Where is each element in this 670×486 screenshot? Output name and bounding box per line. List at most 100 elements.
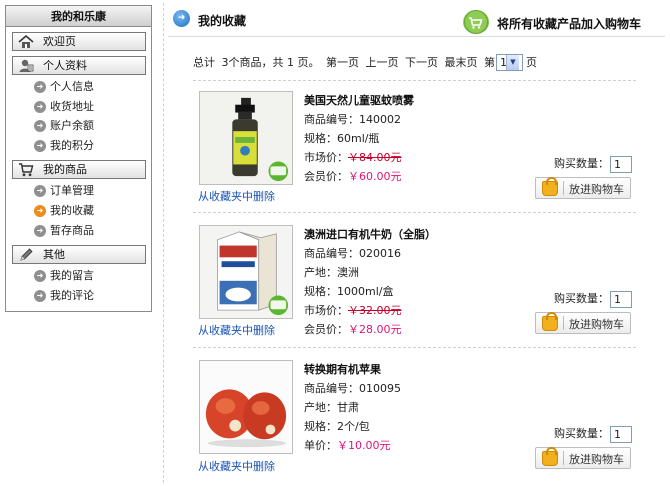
unit-price: ￥10.00元	[337, 439, 391, 452]
chevron-down-icon: ▼	[506, 54, 519, 70]
sidebar: 我的和乐康 欢迎页 个人资料 ➜ 个人信息 ➜ 收货地址 ➜ 账户余额 ➜ 我的…	[5, 5, 152, 312]
sidebar-item-my-reviews[interactable]: ➜ 我的评论	[6, 286, 151, 306]
market-price: ￥32.00元	[348, 304, 402, 317]
pager-first-link[interactable]: 第一页	[326, 56, 359, 69]
field-value: 2个/包	[337, 420, 370, 433]
field-value: 澳洲	[337, 266, 359, 279]
home-icon	[18, 34, 34, 48]
sidebar-section-label: 欢迎页	[43, 35, 76, 48]
apples-image	[200, 361, 292, 453]
product-image[interactable]	[199, 225, 293, 319]
sidebar-item-label: 我的收藏	[50, 203, 94, 217]
field-value: 020016	[359, 247, 401, 260]
add-to-cart-button[interactable]: 放进购物车	[535, 177, 631, 199]
shopping-bag-icon	[542, 312, 558, 331]
cart-icon	[19, 163, 34, 177]
remove-from-favorites-link[interactable]: 从收藏夹中删除	[198, 322, 275, 338]
sidebar-item-label: 收货地址	[50, 99, 94, 113]
pager-page-prefix: 第	[484, 56, 495, 69]
product-line: 商品编号：140002	[304, 110, 414, 129]
field-value: 甘肃	[337, 401, 359, 414]
sidebar-item-label: 我的评论	[50, 288, 94, 302]
field-label: 产地：	[304, 266, 337, 279]
product-line: 市场价：￥84.00元	[304, 148, 414, 167]
sidebar-item-personal-info[interactable]: ➜ 个人信息	[6, 77, 151, 97]
product-name[interactable]: 美国天然儿童驱蚊喷雾	[304, 91, 414, 110]
quantity-input[interactable]: 1	[610, 290, 632, 308]
sidebar-section-welcome[interactable]: 欢迎页	[12, 32, 146, 51]
field-label: 商品编号：	[304, 113, 359, 126]
page-header: ➜ 我的收藏 将所有收藏产品加入购物车	[170, 6, 665, 36]
sidebar-section-profile[interactable]: 个人资料	[12, 56, 146, 75]
field-label: 规格：	[304, 420, 337, 433]
product-line: 单价：￥10.00元	[304, 436, 401, 455]
market-price-label: 市场价：	[304, 151, 348, 164]
product-line: 会员价：￥60.00元	[304, 167, 414, 186]
sidebar-section-label: 我的商品	[43, 163, 87, 177]
field-value: 1000ml/盒	[337, 285, 394, 298]
product-info: 美国天然儿童驱蚊喷雾 商品编号：140002 规格：60ml/瓶 市场价：￥84…	[304, 91, 414, 186]
sidebar-item-order-management[interactable]: ➜ 订单管理	[6, 181, 151, 201]
pager-prev-link[interactable]: 上一页	[366, 56, 399, 69]
sidebar-item-my-favorites[interactable]: ➜ 我的收藏	[6, 201, 151, 221]
arrow-right-icon: ➜	[34, 270, 46, 283]
remove-from-favorites-link[interactable]: 从收藏夹中删除	[198, 188, 275, 204]
remove-from-favorites-link[interactable]: 从收藏夹中删除	[198, 458, 275, 474]
arrow-right-icon: ➜	[34, 289, 46, 302]
field-label: 规格：	[304, 285, 337, 298]
quantity-control: 购买数量： 1	[554, 290, 632, 308]
list-divider	[193, 80, 636, 81]
button-divider	[563, 451, 564, 465]
arrow-right-icon: ➜	[34, 100, 46, 113]
product-line: 商品编号：010095	[304, 379, 401, 398]
field-label: 商品编号：	[304, 382, 359, 395]
add-to-cart-button[interactable]: 放进购物车	[535, 447, 631, 469]
sidebar-item-my-messages[interactable]: ➜ 我的留言	[6, 266, 151, 286]
shopping-cart-icon[interactable]	[463, 10, 489, 34]
quantity-input[interactable]: 1	[610, 155, 632, 173]
field-value: 60ml/瓶	[337, 132, 380, 145]
button-divider	[563, 181, 564, 195]
header-separator	[168, 36, 665, 37]
pager-next-link[interactable]: 下一页	[405, 56, 438, 69]
unit-price-label: 单价：	[304, 439, 337, 452]
sidebar-item-label: 暂存商品	[50, 223, 94, 237]
milk-carton-image	[200, 226, 292, 318]
sidebar-title: 我的和乐康	[6, 6, 151, 27]
pager-total: 总计	[193, 56, 215, 69]
quantity-control: 购买数量： 1	[554, 425, 632, 443]
quantity-input[interactable]: 1	[610, 425, 632, 443]
pagination: 总计 3个商品，共 1 页。 第一页 上一页 下一页 最末页 第 1 ▼ 页	[193, 53, 540, 71]
page-title: 我的收藏	[198, 14, 247, 28]
sidebar-section-my-products[interactable]: 我的商品	[12, 160, 146, 180]
product-line: 产地：澳洲	[304, 263, 436, 282]
sidebar-item-label: 账户余额	[50, 119, 94, 133]
market-price: ￥84.00元	[348, 151, 402, 164]
sidebar-section-other[interactable]: 其他	[12, 245, 146, 265]
sidebar-item-shipping-address[interactable]: ➜ 收货地址	[6, 97, 151, 117]
product-info: 澳洲进口有机牛奶（全脂） 商品编号：020016 产地：澳洲 规格：1000ml…	[304, 225, 436, 339]
sidebar-item-saved-products[interactable]: ➜ 暂存商品	[6, 221, 151, 241]
add-to-cart-label: 放进购物车	[569, 453, 624, 466]
add-to-cart-button[interactable]: 放进购物车	[535, 312, 631, 334]
product-line: 规格：2个/包	[304, 417, 401, 436]
product-name[interactable]: 澳洲进口有机牛奶（全脂）	[304, 225, 436, 244]
add-all-to-cart-link[interactable]: 将所有收藏产品加入购物车	[497, 15, 641, 32]
product-line: 市场价：￥32.00元	[304, 301, 436, 320]
sidebar-item-account-balance[interactable]: ➜ 账户余额	[6, 116, 151, 136]
product-line: 规格：1000ml/盒	[304, 282, 436, 301]
market-price-label: 市场价：	[304, 304, 348, 317]
product-image[interactable]	[199, 360, 293, 454]
pager-last-link[interactable]: 最末页	[445, 56, 478, 69]
button-divider	[563, 316, 564, 330]
sidebar-item-label: 订单管理	[50, 184, 94, 198]
product-name[interactable]: 转换期有机苹果	[304, 360, 401, 379]
quantity-label: 购买数量：	[554, 292, 609, 305]
field-label: 规格：	[304, 132, 337, 145]
product-image[interactable]	[199, 91, 293, 185]
member-price: ￥28.00元	[348, 323, 402, 336]
add-to-cart-label: 放进购物车	[569, 318, 624, 331]
sidebar-item-my-points[interactable]: ➜ 我的积分	[6, 136, 151, 156]
page-select[interactable]: 1 ▼	[496, 53, 523, 71]
quantity-label: 购买数量：	[554, 157, 609, 170]
